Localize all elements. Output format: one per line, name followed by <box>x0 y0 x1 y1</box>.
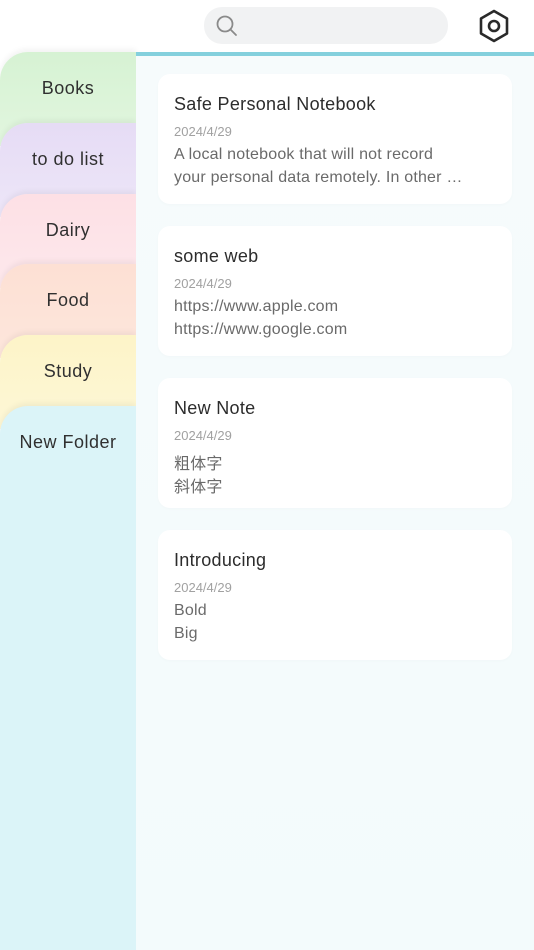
note-preview-line: https://www.google.com <box>174 321 348 338</box>
folder-label: to do list <box>31 149 105 169</box>
note-preview-line: 粗体字 <box>174 456 223 473</box>
folder-sidebar: Books to do list Dairy Food Study New Fo… <box>0 52 136 950</box>
notes-list: Safe Personal Notebook 2024/4/29 A local… <box>136 52 534 950</box>
folder-tab-new-folder[interactable]: New Folder <box>0 406 136 950</box>
folder-label: Books <box>41 78 95 98</box>
note-card[interactable]: some web 2024/4/29 https://www.apple.com… <box>158 226 512 356</box>
note-title: Safe Personal Notebook <box>174 94 376 114</box>
note-preview-line: https://www.apple.com <box>174 298 339 315</box>
folder-label: Dairy <box>45 220 91 240</box>
note-title: Introducing <box>174 550 267 570</box>
search-bar[interactable] <box>204 7 448 44</box>
note-preview-line: your personal data remotely. In other … <box>174 169 463 186</box>
note-date: 2024/4/29 <box>174 124 232 139</box>
note-title: some web <box>174 246 259 266</box>
note-preview-line: A local notebook that will not record <box>174 146 434 163</box>
note-card[interactable]: Introducing 2024/4/29 Bold Big <box>158 530 512 660</box>
folder-label: New Folder <box>19 432 117 452</box>
note-date: 2024/4/29 <box>174 428 232 443</box>
folder-label: Food <box>46 290 90 310</box>
settings-hexagon-icon[interactable] <box>478 9 510 43</box>
note-date: 2024/4/29 <box>174 580 232 595</box>
search-input[interactable] <box>248 7 438 44</box>
search-icon <box>216 15 237 36</box>
note-date: 2024/4/29 <box>174 276 232 291</box>
note-preview-line: 斜体字 <box>174 479 223 496</box>
note-card[interactable]: New Note 2024/4/29 粗体字 斜体字 <box>158 378 512 508</box>
folder-label: Study <box>43 361 93 381</box>
note-title: New Note <box>174 398 256 418</box>
note-preview-line: Bold <box>174 602 207 619</box>
note-card[interactable]: Safe Personal Notebook 2024/4/29 A local… <box>158 74 512 204</box>
notebook-app: Books to do list Dairy Food Study New Fo… <box>0 0 534 950</box>
note-preview-line: Big <box>174 625 198 642</box>
top-bar <box>0 0 534 54</box>
